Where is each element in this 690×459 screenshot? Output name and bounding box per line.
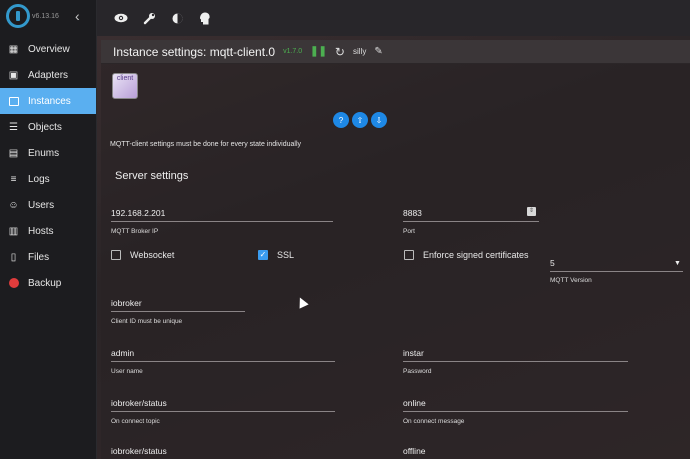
eye-icon[interactable] (114, 11, 128, 25)
iobroker-logo[interactable] (6, 4, 30, 28)
main-area: Instance settings: mqtt-client.0 v1.7.0 … (97, 36, 690, 459)
checkmark-icon[interactable]: ✓ (258, 250, 268, 260)
sidebar-item-objects[interactable]: ☰ Objects (0, 114, 96, 140)
mouse-cursor (295, 295, 309, 309)
sidebar-item-overview[interactable]: ▦ Overview (0, 36, 96, 62)
settings-note: MQTT-client settings must be done for ev… (110, 141, 302, 148)
port-field[interactable]: 8883 Port (403, 208, 539, 235)
last-will-message-field[interactable]: offline (403, 446, 628, 459)
enforce-certs-label: Enforce signed certificates (423, 250, 529, 260)
sidebar-item-label: Backup (28, 277, 62, 289)
backup-icon (8, 278, 19, 289)
sidebar-item-label: Users (28, 199, 55, 211)
mqtt-version-select[interactable]: 5 MQTT Version (550, 258, 683, 284)
ssl-label: SSL (277, 250, 295, 260)
last-will-topic-value[interactable]: iobroker/status (111, 446, 335, 459)
password-label: Password (403, 368, 432, 375)
last-will-message-value[interactable]: offline (403, 446, 628, 459)
sidebar-item-users[interactable]: ☺ Users (0, 192, 96, 218)
sidebar-item-label: Hosts (28, 225, 54, 237)
sidebar: v6.13.16 ‹ ▦ Overview ▣ Adapters Instanc… (0, 0, 97, 459)
adapter-logo-text: client (116, 75, 134, 82)
sidebar-item-instances[interactable]: Instances (0, 88, 96, 114)
sidebar-item-logs[interactable]: ≡ Logs (0, 166, 96, 192)
expert-mode-icon[interactable] (198, 11, 212, 25)
sidebar-item-label: Logs (28, 173, 50, 185)
panel-header: Instance settings: mqtt-client.0 v1.7.0 … (101, 40, 690, 64)
list-icon: ☰ (9, 121, 18, 133)
sidebar-item-label: Adapters (28, 69, 69, 81)
sidebar-item-adapters[interactable]: ▣ Adapters (0, 62, 96, 88)
sidebar-item-files[interactable]: ▯ Files (0, 244, 96, 270)
section-title: Server settings (115, 170, 189, 182)
port-label: Port (403, 228, 415, 235)
instance-settings-panel: Instance settings: mqtt-client.0 v1.7.0 … (101, 40, 690, 459)
port-value[interactable]: 8883 (403, 208, 539, 221)
mqtt-version-value[interactable]: 5 (550, 258, 683, 271)
file-icon: ▯ (10, 251, 17, 263)
websocket-box[interactable] (111, 250, 121, 260)
enforce-certs-checkbox[interactable]: Enforce signed certificates (404, 250, 529, 260)
ssl-checkbox[interactable]: ✓ SSL (258, 250, 294, 260)
on-connect-message-value[interactable]: online (403, 398, 628, 411)
broker-ip-value[interactable]: 192.168.2.201 (111, 208, 333, 221)
websocket-label: Websocket (130, 250, 175, 260)
page-title: Instance settings: mqtt-client.0 (113, 44, 276, 59)
username-field[interactable]: admin User name (111, 348, 335, 375)
sidebar-item-label: Instances (28, 95, 71, 107)
client-id-value[interactable]: iobroker (111, 298, 245, 311)
last-will-topic-field[interactable]: iobroker/status (111, 446, 335, 459)
adapter-logo: client (112, 73, 138, 99)
top-toolbar (97, 0, 690, 36)
grid-icon: ▦ (8, 43, 19, 55)
username-value[interactable]: admin (111, 348, 335, 361)
sidebar-item-label: Overview (28, 43, 70, 55)
websocket-checkbox[interactable]: Websocket (111, 250, 174, 260)
enforce-certs-box[interactable] (404, 250, 414, 260)
broker-ip-label: MQTT Broker IP (111, 228, 159, 235)
theme-icon[interactable] (170, 11, 184, 25)
instance-version: v1.7.0 (283, 48, 303, 55)
hosts-icon: ▥ (8, 225, 19, 237)
password-value[interactable]: instar (403, 348, 628, 361)
upload-icon[interactable]: ⇧ (352, 112, 368, 128)
mqtt-version-label: MQTT Version (550, 277, 592, 284)
sidebar-item-label: Enums (28, 147, 60, 159)
admin-version: v6.13.16 (32, 13, 59, 20)
client-id-label: Client ID must be unique (111, 318, 183, 325)
on-connect-topic-field[interactable]: iobroker/status On connect topic (111, 398, 335, 425)
log-icon: ≡ (10, 173, 17, 185)
sidebar-item-backup[interactable]: Backup (0, 270, 96, 296)
enum-icon: ▤ (8, 147, 19, 159)
help-icon[interactable]: ? (333, 112, 349, 128)
config-actions: ? ⇧ ⇩ (333, 112, 387, 128)
wrench-icon[interactable] (142, 11, 156, 25)
store-icon: ▣ (8, 69, 19, 81)
on-connect-message-field[interactable]: online On connect message (403, 398, 628, 425)
chevron-down-icon[interactable]: ▼ (674, 260, 681, 267)
pencil-icon[interactable]: ✎ (374, 46, 382, 57)
username-label: User name (111, 368, 143, 375)
refresh-icon[interactable]: ↻ (335, 45, 345, 59)
on-connect-topic-value[interactable]: iobroker/status (111, 398, 335, 411)
sidebar-item-label: Objects (28, 121, 62, 133)
sidebar-item-enums[interactable]: ▤ Enums (0, 140, 96, 166)
chevron-left-icon[interactable]: ‹ (75, 8, 80, 24)
on-connect-message-label: On connect message (403, 418, 465, 425)
log-level[interactable]: silly (353, 47, 366, 56)
client-id-field[interactable]: iobroker Client ID must be unique (111, 298, 245, 325)
sidebar-item-hosts[interactable]: ▥ Hosts (0, 218, 96, 244)
user-icon: ☺ (8, 199, 19, 211)
on-connect-topic-label: On connect topic (111, 418, 160, 425)
sidebar-item-label: Files (28, 251, 50, 263)
instances-icon (8, 96, 19, 107)
broker-ip-field[interactable]: 192.168.2.201 MQTT Broker IP (111, 208, 333, 235)
port-stepper[interactable]: ⇕ (527, 207, 536, 216)
pause-icon[interactable]: ❚❚ (310, 46, 327, 57)
sidebar-header: v6.13.16 ‹ (0, 0, 96, 36)
password-field[interactable]: instar Password (403, 348, 628, 375)
download-icon[interactable]: ⇩ (371, 112, 387, 128)
